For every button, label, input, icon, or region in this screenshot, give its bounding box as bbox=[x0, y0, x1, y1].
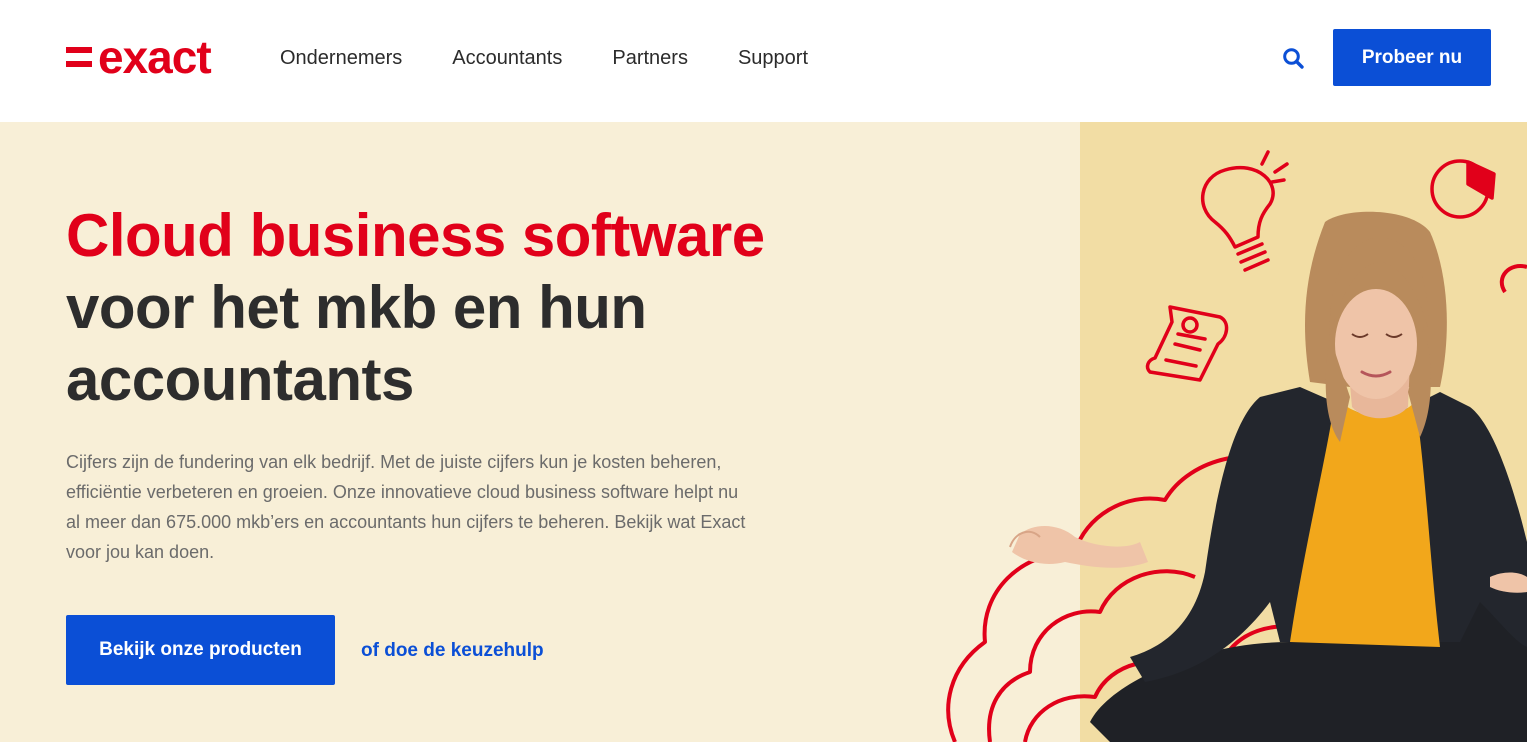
search-icon[interactable] bbox=[1281, 46, 1307, 72]
hero-intro-text: Cijfers zijn de fundering van elk bedrij… bbox=[66, 452, 746, 562]
headline-highlight: Cloud business software bbox=[66, 202, 765, 269]
exact-logo[interactable]: exact bbox=[66, 31, 212, 83]
nav-item-support[interactable]: Support bbox=[738, 44, 808, 72]
nav-item-partners[interactable]: Partners bbox=[612, 44, 688, 72]
hero-section: Cloud business software voor het mkb en … bbox=[0, 122, 1527, 742]
headline-rest: voor het mkb en hun accountants bbox=[66, 274, 647, 413]
main-nav: Ondernemers Accountants Partners Support bbox=[280, 44, 808, 72]
logo-text: exact bbox=[98, 31, 212, 83]
probeer-nu-button[interactable]: Probeer nu bbox=[1333, 29, 1491, 86]
nav-item-ondernemers[interactable]: Ondernemers bbox=[280, 44, 402, 72]
nav-item-accountants[interactable]: Accountants bbox=[452, 44, 562, 72]
keuzehulp-link[interactable]: of doe de keuzehulp bbox=[361, 638, 544, 664]
logo-equals-mark bbox=[66, 37, 92, 77]
site-header: exact Ondernemers Accountants Partners S… bbox=[0, 0, 1527, 122]
view-products-button[interactable]: Bekijk onze producten bbox=[66, 615, 335, 685]
hero-headline: Cloud business software voor het mkb en … bbox=[66, 200, 786, 416]
